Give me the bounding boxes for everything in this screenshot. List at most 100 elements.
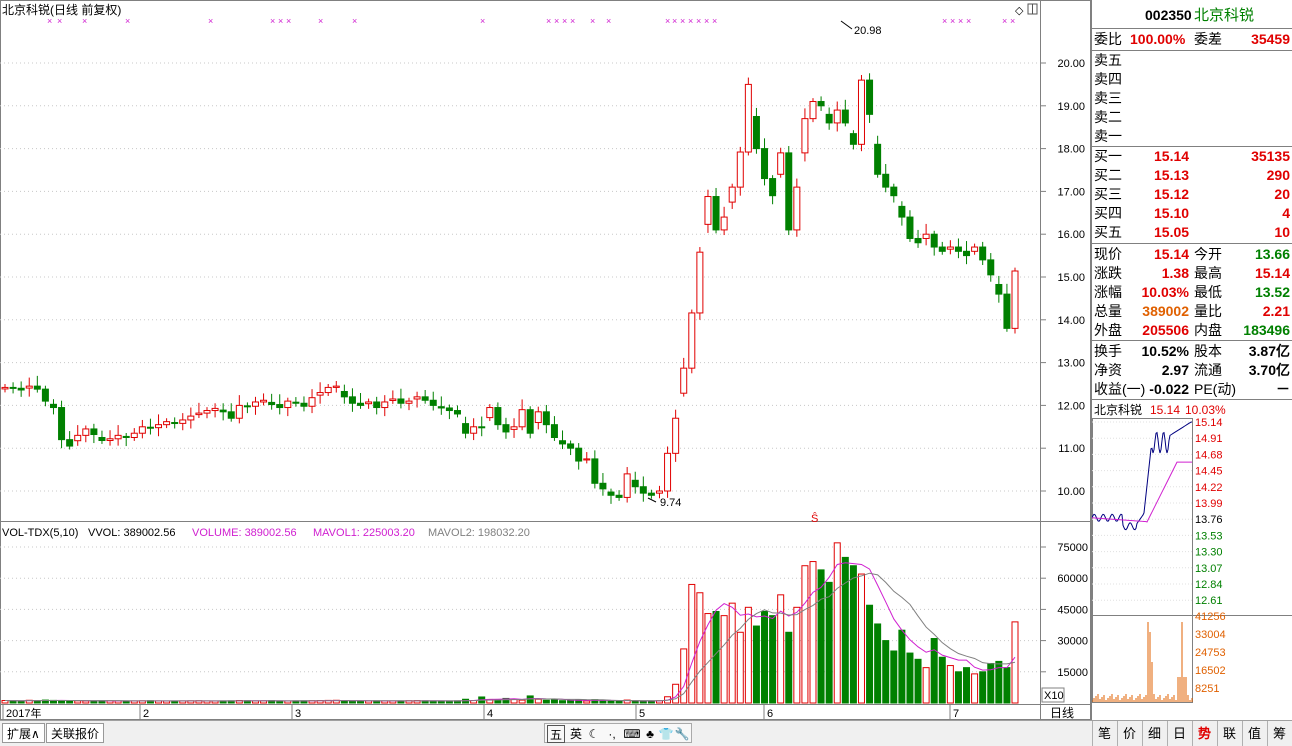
candle[interactable] (591, 450, 599, 489)
volume-bar[interactable] (849, 565, 857, 704)
volume-bar[interactable] (122, 700, 130, 704)
punctuation-icon[interactable]: ·, (603, 725, 621, 743)
candle[interactable] (478, 416, 486, 437)
candle[interactable] (357, 392, 365, 409)
candle[interactable] (550, 416, 558, 441)
candle[interactable] (559, 430, 567, 450)
candle[interactable] (155, 414, 163, 437)
candle[interactable] (66, 431, 74, 450)
volume-bar[interactable] (639, 700, 647, 704)
volume-bar[interactable] (17, 700, 25, 704)
candle[interactable] (979, 241, 987, 266)
candle[interactable] (453, 405, 461, 418)
volume-bar[interactable] (922, 667, 930, 704)
candle[interactable] (825, 107, 833, 130)
candle[interactable] (1, 384, 9, 393)
volume-bar[interactable] (874, 623, 882, 704)
panel-tab[interactable]: 筹 (1267, 721, 1291, 746)
volume-bar[interactable] (736, 631, 744, 704)
candle[interactable] (502, 417, 510, 439)
candle[interactable] (680, 357, 688, 397)
candle[interactable] (906, 210, 914, 242)
candle[interactable] (405, 397, 413, 411)
candle[interactable] (421, 389, 429, 404)
diamond-icon[interactable]: ◇ (1015, 5, 1024, 17)
panel-tab[interactable]: 价 (1117, 721, 1141, 746)
candle[interactable] (744, 77, 752, 156)
volume-bar[interactable] (914, 658, 922, 704)
candle[interactable] (437, 396, 445, 415)
candle[interactable] (138, 419, 146, 439)
candle[interactable] (332, 381, 340, 393)
volume-bar[interactable] (971, 673, 979, 704)
candle[interactable] (163, 418, 171, 429)
volume-bar[interactable] (567, 700, 575, 704)
candle[interactable] (74, 425, 82, 446)
candle[interactable] (397, 388, 405, 409)
ime-english-icon[interactable]: 英 (567, 725, 585, 743)
volume-bar[interactable] (769, 615, 777, 704)
candle[interactable] (623, 467, 631, 503)
candle[interactable] (251, 396, 259, 415)
volume-bar[interactable] (534, 698, 542, 704)
candle[interactable] (534, 406, 542, 430)
candle[interactable] (25, 377, 33, 397)
volume-bar[interactable] (946, 665, 954, 704)
volume-bar[interactable] (728, 602, 736, 704)
volume-bar[interactable] (74, 700, 82, 704)
candle[interactable] (49, 399, 57, 415)
volume-bar[interactable] (963, 667, 971, 704)
candle[interactable] (971, 243, 979, 255)
candle[interactable] (510, 418, 518, 438)
volume-bar[interactable] (1003, 667, 1011, 704)
candle[interactable] (696, 247, 704, 320)
volume-bar[interactable] (761, 610, 769, 704)
candle[interactable] (260, 393, 268, 406)
volume-bar[interactable] (607, 700, 615, 704)
candle[interactable] (486, 404, 494, 422)
candle[interactable] (938, 241, 946, 255)
candle[interactable] (793, 178, 801, 237)
candle[interactable] (9, 382, 17, 394)
candle[interactable] (833, 101, 841, 132)
candle[interactable] (664, 446, 672, 498)
candle[interactable] (122, 433, 130, 447)
candle[interactable] (179, 413, 187, 431)
candle[interactable] (90, 423, 98, 444)
candle[interactable] (203, 407, 211, 419)
volume-bar[interactable] (938, 656, 946, 704)
candle[interactable] (954, 238, 962, 259)
candle[interactable] (639, 476, 647, 502)
candle[interactable] (841, 99, 849, 127)
candle[interactable] (324, 384, 332, 396)
candle[interactable] (227, 403, 235, 422)
candle[interactable] (171, 417, 179, 429)
expand-tab[interactable]: 扩展∧ (2, 723, 45, 743)
candle[interactable] (769, 175, 777, 205)
volume-bar[interactable] (906, 652, 914, 704)
candle[interactable] (963, 241, 971, 265)
candle[interactable] (728, 183, 736, 209)
volume-bar[interactable] (542, 699, 550, 704)
candle[interactable] (542, 404, 550, 434)
candle[interactable] (219, 403, 227, 421)
candle[interactable] (688, 309, 696, 374)
candle[interactable] (930, 230, 938, 256)
candle[interactable] (874, 135, 882, 178)
volume-bar[interactable] (599, 700, 607, 704)
candle[interactable] (308, 389, 316, 414)
candle[interactable] (316, 382, 324, 404)
volume-bar[interactable] (857, 573, 865, 704)
volume-bar[interactable] (58, 700, 66, 704)
volume-bar[interactable] (357, 700, 365, 704)
volume-bar[interactable] (809, 561, 817, 704)
panel-tab[interactable]: 细 (1142, 721, 1166, 746)
ime-mode-icon[interactable]: 五 (547, 725, 565, 743)
volume-bar[interactable] (898, 629, 906, 704)
candle[interactable] (898, 201, 906, 226)
candle[interactable] (995, 275, 1003, 303)
candle[interactable] (114, 425, 122, 446)
candle[interactable] (276, 394, 284, 415)
candle[interactable] (599, 473, 607, 496)
candle[interactable] (752, 107, 760, 154)
